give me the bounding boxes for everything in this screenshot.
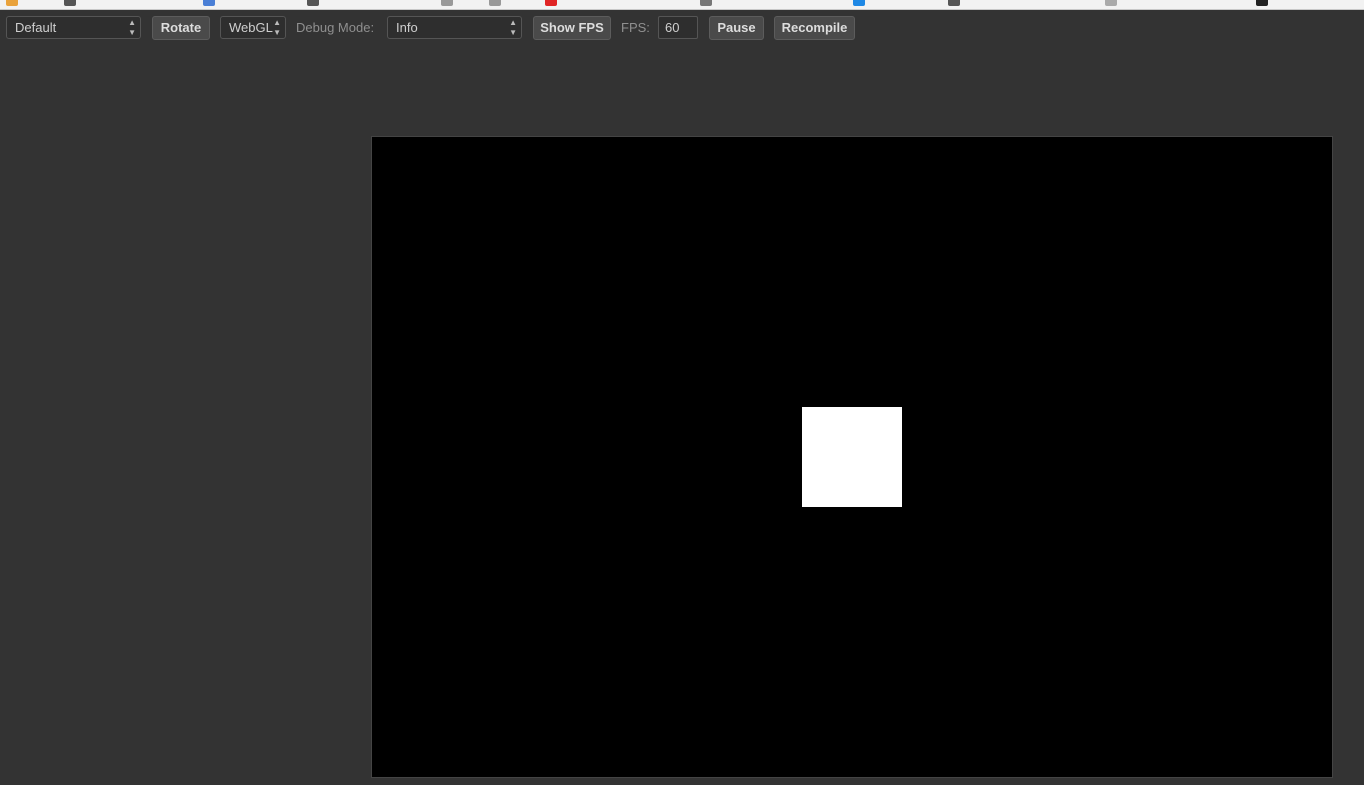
bookmark-icon: [307, 0, 319, 6]
scene-select[interactable]: Default ▲ ▼: [6, 16, 141, 39]
updown-chevron-icon: ▲ ▼: [509, 17, 517, 37]
updown-chevron-icon: ▲ ▼: [273, 17, 281, 37]
debug-mode-select[interactable]: Info ▲ ▼: [387, 16, 522, 39]
bookmark-icon: [948, 0, 960, 6]
bookmark-icon: [1256, 0, 1268, 6]
recompile-button[interactable]: Recompile: [774, 16, 855, 40]
renderer-select-value: WebGL: [229, 20, 273, 35]
bookmark-item[interactable]: [64, 0, 76, 6]
bookmark-icon: [203, 0, 215, 6]
fps-label: FPS:: [621, 20, 650, 35]
bookmark-item[interactable]: [1105, 0, 1117, 6]
updown-chevron-icon: ▲ ▼: [128, 17, 136, 37]
rotate-button[interactable]: Rotate: [152, 16, 210, 40]
show-fps-button[interactable]: Show FPS: [533, 16, 611, 40]
bookmark-item[interactable]: [545, 0, 557, 6]
white-square: [802, 407, 902, 507]
bookmark-item[interactable]: [307, 0, 319, 6]
bookmark-item[interactable]: [203, 0, 215, 6]
fps-input[interactable]: 60: [658, 16, 698, 39]
bookmark-icon: [700, 0, 712, 6]
debug-mode-select-value: Info: [396, 20, 418, 35]
scene-select-value: Default: [15, 20, 57, 35]
bookmark-icon: [853, 0, 865, 6]
debug-mode-label: Debug Mode:: [296, 20, 375, 35]
bookmark-item[interactable]: [948, 0, 960, 6]
bookmark-icon: [64, 0, 76, 6]
bookmark-item[interactable]: [853, 0, 865, 6]
bookmark-item[interactable]: [1256, 0, 1268, 6]
toolbar: Default ▲ ▼ Rotate WebGL ▲ ▼ Debug Mode: I…: [0, 10, 1364, 46]
bookmark-item[interactable]: [441, 0, 453, 6]
bookmark-icon: [1105, 0, 1117, 6]
bookmark-item[interactable]: [6, 0, 18, 6]
bookmark-icon: [6, 0, 18, 6]
render-canvas[interactable]: [371, 136, 1333, 778]
bookmark-icon: [441, 0, 453, 6]
bookmarks-bar: [0, 0, 1364, 10]
bookmark-item[interactable]: [489, 0, 501, 6]
renderer-select[interactable]: WebGL ▲ ▼: [220, 16, 286, 39]
bookmark-icon: [545, 0, 557, 6]
pause-button[interactable]: Pause: [709, 16, 764, 40]
bookmark-item[interactable]: [700, 0, 712, 6]
bookmark-icon: [489, 0, 501, 6]
